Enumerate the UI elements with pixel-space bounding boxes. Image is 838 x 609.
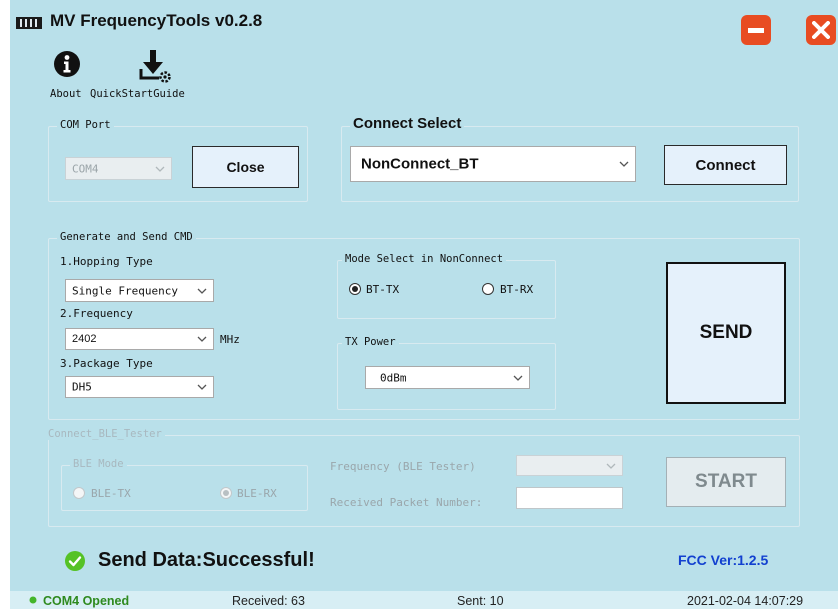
bt-rx-label[interactable]: BT-RX: [500, 283, 533, 296]
minimize-button[interactable]: [741, 15, 771, 45]
start-button[interactable]: START: [666, 457, 786, 507]
ble-rx-label[interactable]: BLE-RX: [237, 487, 277, 500]
connect-button[interactable]: Connect: [664, 145, 787, 185]
ble-tx-label[interactable]: BLE-TX: [91, 487, 131, 500]
ble-frequency-select[interactable]: [516, 455, 623, 476]
close-port-button[interactable]: Close: [192, 146, 299, 188]
chevron-down-icon: [513, 375, 523, 381]
tx-power-value: 0dBm: [380, 371, 407, 384]
send-button[interactable]: SEND: [666, 262, 786, 404]
send-label: SEND: [699, 322, 753, 343]
tx-power-title: TX Power: [342, 336, 399, 348]
ble-tester-title: Connect_BLE_Tester: [45, 428, 165, 440]
hopping-type-value: Single Frequency: [72, 284, 178, 297]
frequency-value: 2402: [72, 333, 97, 345]
ble-mode-title: BLE Mode: [70, 458, 127, 470]
app-title: MV FrequencyTools v0.2.8: [50, 11, 263, 30]
success-check-icon: [65, 551, 85, 571]
status-datetime: 2021-02-04 14:07:29: [687, 594, 804, 608]
bt-tx-label[interactable]: BT-TX: [366, 283, 399, 296]
package-type-value: DH5: [72, 380, 92, 394]
bt-rx-radio[interactable]: [482, 283, 494, 295]
package-type-select[interactable]: DH5: [65, 376, 214, 398]
app-logo-icon: [16, 17, 42, 29]
connect-label: Connect: [695, 156, 756, 174]
ble-tx-radio[interactable]: [73, 487, 85, 499]
received-count: Received: 63: [232, 594, 305, 608]
status-bar: COM4 Opened Received: 63 Sent: 10 2021-0…: [10, 591, 838, 609]
package-type-label: 3.Package Type: [60, 357, 153, 370]
bt-tx-radio[interactable]: [349, 283, 361, 295]
connect-select-title: Connect Select: [350, 115, 465, 132]
frequency-label: 2.Frequency: [60, 307, 133, 320]
quick-start-guide-button[interactable]: QuickStartGuide: [90, 50, 218, 102]
app-window: MV FrequencyTools v0.2.8 About QuickStar…: [10, 0, 838, 609]
com-port-group-title: COM Port: [57, 119, 114, 131]
hopping-type-select[interactable]: Single Frequency: [65, 279, 214, 302]
start-label: START: [695, 471, 757, 492]
ble-rx-radio[interactable]: [220, 487, 232, 499]
port-status-dot-icon: [29, 596, 37, 604]
connect-type-value: NonConnect_BT: [361, 155, 479, 173]
chevron-down-icon: [619, 161, 629, 167]
received-packet-label: Received Packet Number:: [330, 496, 483, 509]
generate-send-title: Generate and Send CMD: [57, 231, 196, 243]
close-icon: [812, 21, 830, 39]
frequency-select[interactable]: 2402: [65, 328, 214, 350]
chevron-down-icon: [197, 288, 207, 294]
download-settings-icon: [139, 50, 171, 83]
quick-start-guide-label: QuickStartGuide: [90, 88, 185, 100]
close-port-label: Close: [226, 159, 265, 175]
status-message: Send Data:Successful!: [98, 549, 315, 571]
com-port-select[interactable]: COM4: [65, 157, 172, 180]
chevron-down-icon: [606, 463, 616, 469]
sent-count: Sent: 10: [457, 594, 504, 608]
received-packet-field[interactable]: [516, 487, 623, 509]
hopping-type-label: 1.Hopping Type: [60, 255, 153, 268]
chevron-down-icon: [197, 336, 207, 342]
connect-type-select[interactable]: NonConnect_BT: [350, 146, 636, 182]
title-bar: MV FrequencyTools v0.2.8: [10, 0, 838, 48]
chevron-down-icon: [155, 166, 165, 172]
info-icon: [54, 51, 80, 77]
close-window-button[interactable]: [806, 15, 836, 45]
com-port-value: COM4: [72, 162, 99, 175]
tx-power-select[interactable]: 0dBm: [365, 366, 530, 389]
frequency-unit: MHz: [220, 333, 240, 346]
chevron-down-icon: [197, 384, 207, 390]
port-status: COM4 Opened: [43, 594, 130, 608]
fcc-version: FCC Ver:1.2.5: [678, 552, 769, 568]
about-label: About: [50, 88, 82, 100]
ble-frequency-label: Frequency (BLE Tester): [330, 460, 476, 473]
mode-select-title: Mode Select in NonConnect: [342, 253, 507, 265]
